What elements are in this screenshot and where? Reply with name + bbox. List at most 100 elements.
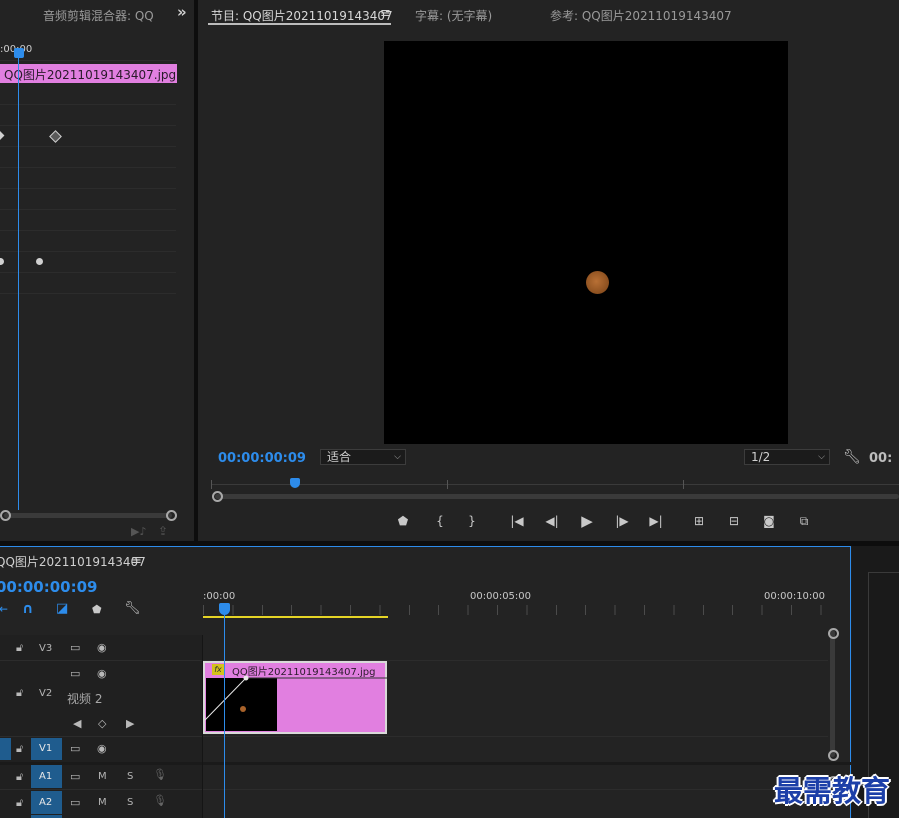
keyframe-diamond[interactable] bbox=[49, 130, 62, 143]
timeline-timecode[interactable]: 00:00:00:09 bbox=[0, 578, 98, 596]
play-icon[interactable]: ▶ bbox=[578, 512, 596, 530]
scroll-handle-bottom[interactable] bbox=[828, 750, 839, 761]
add-marker-icon[interactable]: ⬟ bbox=[394, 513, 412, 529]
eye-icon[interactable]: ◉ bbox=[97, 667, 107, 680]
active-tab-underline bbox=[208, 23, 391, 25]
export-icon[interactable]: ⇪ bbox=[158, 524, 168, 538]
row-divider bbox=[0, 104, 176, 105]
snap-magnet-icon[interactable]: ∩ bbox=[22, 601, 33, 617]
film-icon[interactable]: ▭ bbox=[70, 667, 80, 680]
chevron-down-icon: ⌵ bbox=[394, 452, 401, 462]
keyframe-dot[interactable] bbox=[0, 258, 4, 265]
panel-overflow-icon[interactable]: » bbox=[177, 3, 187, 21]
track-row-divider bbox=[0, 789, 828, 790]
program-scrubber[interactable] bbox=[215, 494, 899, 499]
extract-icon[interactable]: ⊟ bbox=[725, 513, 743, 529]
timeline-ruler-ticks bbox=[203, 605, 823, 615]
opacity-rubber-band[interactable] bbox=[203, 675, 387, 725]
tab-program[interactable]: 节目: QQ图片20211019143407 bbox=[211, 7, 393, 24]
row-divider bbox=[0, 188, 176, 189]
wrench-icon[interactable]: 🔧︎ bbox=[124, 601, 141, 616]
effect-controls-playhead-line bbox=[18, 56, 19, 510]
program-video-frame bbox=[384, 41, 788, 444]
track-row-divider bbox=[0, 660, 828, 661]
eye-icon[interactable]: ◉ bbox=[97, 742, 107, 755]
previous-keyframe-icon[interactable]: ◀ bbox=[73, 717, 81, 730]
mark-out-icon[interactable]: } bbox=[463, 513, 481, 529]
keyframe-diamond[interactable] bbox=[0, 130, 5, 141]
work-area-bar[interactable] bbox=[203, 616, 388, 618]
effect-controls-tab[interactable]: 音频剪辑混合器: QQ bbox=[43, 7, 155, 24]
linked-selection-icon[interactable]: ◪ bbox=[56, 601, 68, 616]
row-divider bbox=[0, 125, 176, 126]
track-a2-label: A2 bbox=[39, 797, 53, 808]
panel-menu-icon[interactable]: ≡ bbox=[380, 6, 391, 21]
track-row-divider bbox=[0, 736, 828, 737]
track-a1-label: A1 bbox=[39, 771, 53, 782]
next-keyframe-icon[interactable]: ▶ bbox=[126, 717, 134, 730]
timeline-playhead-line bbox=[224, 613, 225, 818]
program-playhead[interactable] bbox=[290, 478, 300, 488]
solo-button[interactable]: S bbox=[127, 771, 133, 782]
ruler-label: :00:00 bbox=[203, 591, 236, 602]
panel-menu-icon[interactable]: ≡ bbox=[131, 553, 142, 568]
microphone-icon[interactable]: 🎙︎ bbox=[153, 768, 167, 781]
wrench-icon[interactable]: 🔧︎ bbox=[843, 449, 861, 465]
keyframe-dot[interactable] bbox=[36, 258, 43, 265]
lock-icon[interactable]: 🔓︎ bbox=[16, 796, 23, 810]
effect-controls-zoom-scrollbar[interactable] bbox=[4, 513, 172, 518]
ruler-tick bbox=[447, 480, 448, 489]
play-audio-icon[interactable]: ▶♪ bbox=[131, 525, 146, 538]
row-divider bbox=[0, 209, 176, 210]
source-patch-v1[interactable] bbox=[0, 738, 11, 760]
track-v3-label[interactable]: V3 bbox=[39, 643, 52, 654]
sequence-tab[interactable]: QQ图片20211019143407 bbox=[0, 553, 146, 570]
effect-controls-panel: 音频剪辑混合器: QQ » :00:00 QQ图片20211019143407.… bbox=[0, 0, 194, 541]
track-v2-label[interactable]: V2 bbox=[39, 688, 52, 699]
scroll-handle-right[interactable] bbox=[166, 510, 177, 521]
microphone-icon[interactable]: 🎙︎ bbox=[153, 794, 167, 807]
lift-icon[interactable]: ⊞ bbox=[690, 513, 708, 529]
chevron-down-icon: ⌵ bbox=[818, 452, 825, 462]
mute-button[interactable]: M bbox=[98, 771, 107, 782]
effect-controls-playhead-handle[interactable] bbox=[14, 48, 24, 58]
go-to-in-icon[interactable]: |◀ bbox=[508, 513, 526, 529]
eye-icon[interactable]: ◉ bbox=[97, 641, 107, 654]
mark-in-icon[interactable]: { bbox=[431, 513, 449, 529]
scroll-handle-top[interactable] bbox=[828, 628, 839, 639]
lock-icon[interactable]: 🔓︎ bbox=[16, 770, 23, 784]
add-keyframe-icon[interactable]: ◇ bbox=[98, 717, 106, 730]
lock-icon[interactable]: 🔓︎ bbox=[16, 686, 23, 700]
add-marker-icon[interactable]: ⬟ bbox=[92, 603, 102, 616]
solo-button[interactable]: S bbox=[127, 797, 133, 808]
moon-image bbox=[586, 271, 609, 294]
tab-captions[interactable]: 字幕: (无字幕) bbox=[415, 7, 492, 24]
fit-dropdown[interactable]: 适合 ⌵ bbox=[320, 449, 406, 465]
ruler-tick bbox=[211, 480, 212, 489]
program-timecode[interactable]: 00:00:00:09 bbox=[218, 451, 306, 466]
lock-icon[interactable]: 🔓︎ bbox=[16, 641, 23, 655]
film-icon[interactable]: ▭ bbox=[70, 770, 80, 783]
scroll-handle-left[interactable] bbox=[0, 510, 11, 521]
compare-view-icon[interactable]: ⧉ bbox=[795, 513, 813, 529]
ruler-tick bbox=[683, 480, 684, 489]
film-icon[interactable]: ▭ bbox=[70, 641, 80, 654]
effect-controls-clip-label: QQ图片20211019143407.jpg bbox=[4, 68, 177, 82]
go-to-out-icon[interactable]: ▶| bbox=[647, 513, 665, 529]
film-icon[interactable]: ▭ bbox=[70, 742, 80, 755]
film-icon[interactable]: ▭ bbox=[70, 796, 80, 809]
camera-icon[interactable]: ◙ bbox=[760, 513, 778, 529]
step-forward-icon[interactable]: |▶ bbox=[613, 513, 631, 529]
mute-button[interactable]: M bbox=[98, 797, 107, 808]
row-divider bbox=[0, 272, 176, 273]
insert-nest-icon[interactable]: ⇤ bbox=[0, 602, 8, 616]
watermark-logo: 最需教育 bbox=[774, 774, 891, 808]
lock-icon[interactable]: 🔓︎ bbox=[16, 742, 23, 756]
track-v1-label: V1 bbox=[39, 743, 53, 754]
resolution-dropdown[interactable]: 1/2 ⌵ bbox=[744, 449, 830, 465]
fx-badge[interactable]: fx bbox=[212, 664, 224, 675]
tab-reference[interactable]: 参考: QQ图片20211019143407 bbox=[550, 7, 732, 24]
step-back-icon[interactable]: ◀| bbox=[543, 513, 561, 529]
timeline-vertical-scrollbar[interactable] bbox=[830, 630, 835, 757]
scroll-handle-left[interactable] bbox=[212, 491, 223, 502]
